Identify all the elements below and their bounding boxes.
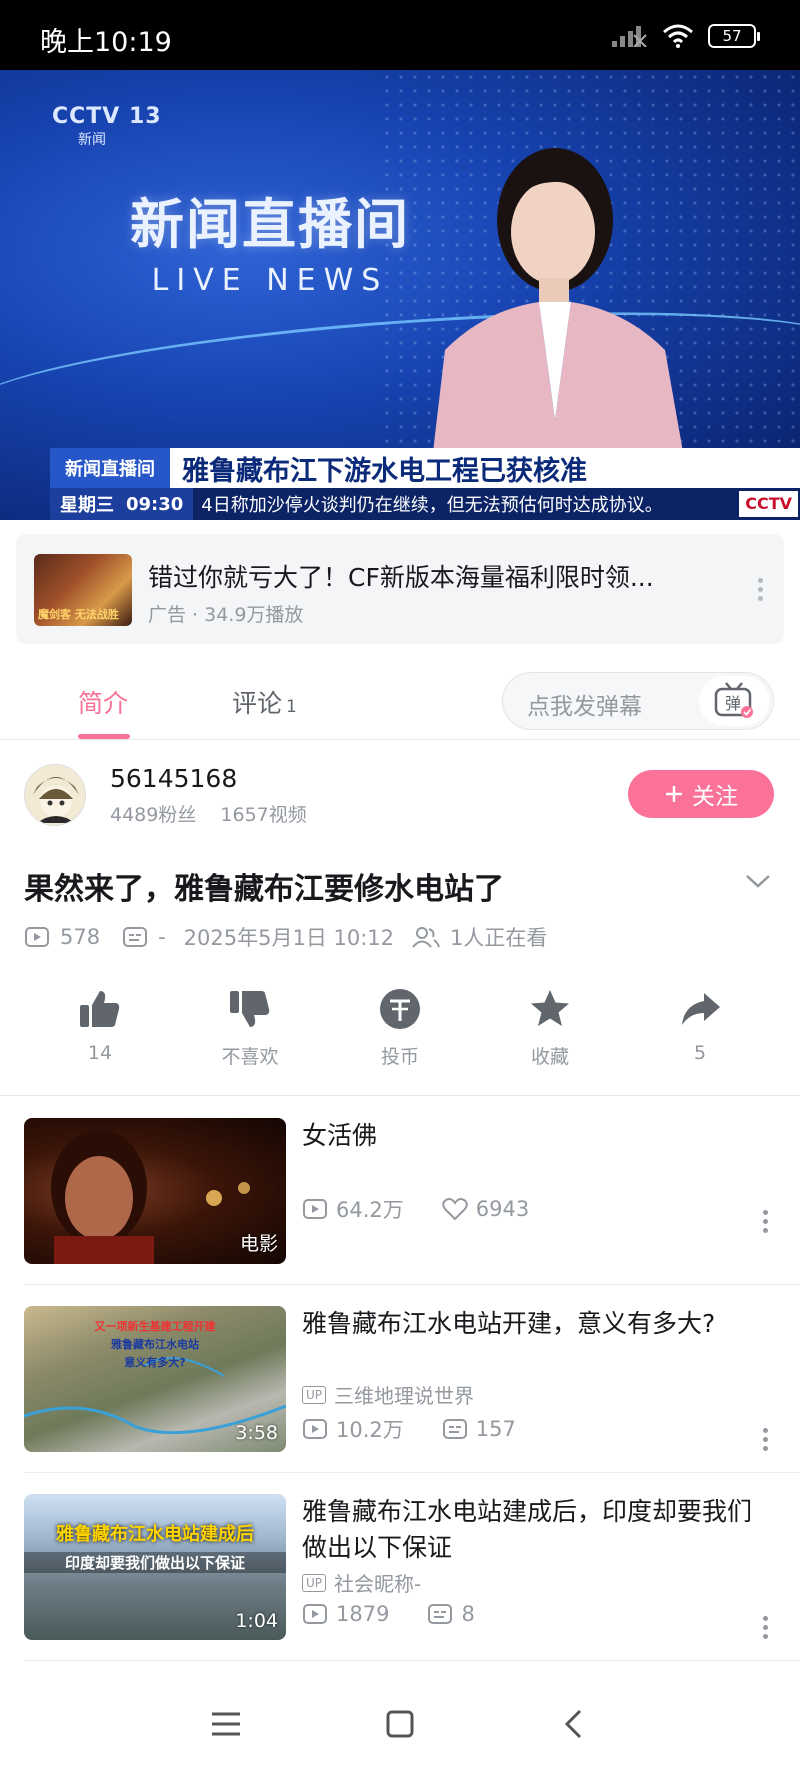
watching-icon: [412, 927, 441, 948]
share-icon: [682, 993, 720, 1025]
show-title: 新闻直播间 LIVE NEWS: [130, 193, 410, 298]
ad-thumbnail: 魔剑客 无法战胜: [34, 554, 132, 626]
play-count-icon: [25, 927, 49, 947]
favorite-button[interactable]: 收藏: [490, 984, 610, 1069]
ticker-scroll-text: 4日称加沙停火谈判仍在继续，但无法预估何时达成协议。: [201, 495, 663, 516]
play-count-icon: [303, 1604, 327, 1624]
back-icon: [564, 1709, 582, 1739]
uploader-videos: 1657视频: [220, 804, 307, 826]
tab-intro[interactable]: 简介: [78, 684, 128, 720]
ad-title: 错过你就亏大了！CF新版本海量福利限时领...: [148, 563, 654, 592]
list-item[interactable]: 电影 女活佛 64.2万 6943: [0, 1096, 800, 1284]
chevron-down-icon[interactable]: [744, 872, 772, 890]
menu-button[interactable]: [196, 1700, 256, 1748]
home-button[interactable]: [370, 1700, 430, 1748]
avatar[interactable]: [24, 764, 86, 826]
news-ticker: 新闻直播间 雅鲁藏布江下游水电工程已获核准: [50, 448, 800, 488]
comments-count: 1: [286, 697, 297, 717]
content-tabs: 简介 评论 1 点我发弹幕 弹: [0, 662, 800, 740]
coin-button[interactable]: 投币: [340, 984, 460, 1069]
video-thumbnail: 又一项新生基建工程开建 雅鲁藏布江水电站 意义有多大? 3:58: [24, 1306, 286, 1452]
cctv-watermark: CCTV: [739, 491, 798, 517]
list-item-stats: 1879 8: [302, 1602, 475, 1626]
tab-comments[interactable]: 评论 1: [232, 684, 297, 720]
play-count-icon: [303, 1419, 327, 1439]
list-item-title: 雅鲁藏布江水电站建成后，印度却要我们做出以下保证: [302, 1497, 753, 1562]
list-item[interactable]: 雅鲁藏布江水电站建成后 印度却要我们做出以下保证 1:04 雅鲁藏布江水电站建成…: [0, 1472, 800, 1660]
back-button[interactable]: [544, 1700, 604, 1748]
danmaku-count: -: [158, 925, 166, 949]
list-item[interactable]: 又一项新生基建工程开建 雅鲁藏布江水电站 意义有多大? 3:58 雅鲁藏布江水电…: [0, 1284, 800, 1472]
uploader-fans: 4489粉丝: [110, 804, 197, 826]
status-icons: 57: [612, 24, 760, 48]
star-icon: [531, 990, 569, 1026]
share-button[interactable]: 5: [640, 984, 760, 1064]
thumbnail-badge: 1:04: [235, 1610, 278, 1632]
plus-icon: [666, 786, 682, 802]
list-item-uploader: UP 三维地理说世界: [302, 1380, 474, 1409]
video-thumbnail: 雅鲁藏布江水电站建成后 印度却要我们做出以下保证 1:04: [24, 1494, 286, 1640]
thumbs-up-icon: [80, 991, 120, 1027]
ticker-datetime: 星期三 09:30: [50, 488, 194, 520]
uploader-stats: 4489粉丝 1657视频: [110, 800, 307, 827]
video-thumbnail: 电影: [24, 1118, 286, 1264]
view-count: 578: [60, 925, 101, 949]
more-icon[interactable]: [763, 1612, 768, 1643]
channel-logo: CCTV 13 新闻: [52, 104, 162, 148]
ad-card[interactable]: 魔剑客 无法战胜 错过你就亏大了！CF新版本海量福利限时领... 广告 · 34…: [16, 534, 784, 644]
video-player[interactable]: CCTV 13 新闻 新闻直播间 LIVE NEWS 新闻直播间 雅鲁藏布江下游…: [0, 70, 800, 520]
svg-text:弹: 弹: [725, 694, 741, 713]
cellular-signal-icon: [612, 26, 647, 47]
status-bar: 晚上10:19 57: [0, 0, 800, 70]
danmaku-icon: 弹: [714, 682, 753, 718]
play-count-icon: [303, 1199, 327, 1219]
like-button[interactable]: 14: [40, 984, 160, 1064]
more-icon[interactable]: [756, 574, 764, 605]
menu-icon: [212, 1712, 240, 1736]
scrolling-ticker: 星期三 09:30 4日称加沙停火谈判仍在继续，但无法预估何时达成协议。 CCT…: [50, 488, 800, 520]
danmaku-placeholder: 点我发弹幕: [527, 694, 642, 720]
video-meta: 578 - 2025年5月1日 10:12 1人正在看: [24, 922, 547, 952]
danmaku-toggle-button[interactable]: 弹: [699, 676, 769, 726]
danmaku-input[interactable]: 点我发弹幕 弹: [502, 672, 774, 730]
up-badge: UP: [302, 1573, 327, 1592]
thumbs-down-icon: [230, 991, 270, 1027]
status-time: 晚上10:19: [40, 27, 172, 58]
list-divider: [24, 1660, 800, 1661]
thumbnail-badge: 3:58: [235, 1422, 278, 1444]
publish-date: 2025年5月1日 10:12: [183, 926, 395, 950]
list-item-uploader: UP 社会昵称-: [302, 1568, 421, 1597]
more-icon[interactable]: [763, 1424, 768, 1455]
more-icon[interactable]: [763, 1206, 768, 1237]
list-item-title: 雅鲁藏布江水电站开建，意义有多大?: [302, 1309, 716, 1338]
danmaku-count-icon: [442, 1419, 467, 1439]
watching-count: 1人正在看: [450, 926, 548, 950]
list-item-title: 女活佛: [302, 1121, 378, 1150]
dislike-button[interactable]: 不喜欢: [190, 984, 310, 1069]
list-item-stats: 10.2万 157: [302, 1414, 516, 1444]
follow-button[interactable]: 关注: [628, 770, 774, 818]
video-title: 果然来了，雅鲁藏布江要修水电站了: [24, 872, 504, 907]
home-square-icon: [386, 1710, 414, 1738]
danmaku-count-icon: [428, 1604, 453, 1624]
action-bar: 14 不喜欢 投币 收藏 5: [0, 984, 800, 1094]
thumbnail-badge: 电影: [239, 1233, 278, 1255]
battery-indicator: 57: [708, 24, 760, 48]
ticker-headline: 雅鲁藏布江下游水电工程已获核准: [182, 455, 587, 487]
coin-icon: [380, 989, 420, 1029]
uploader-name[interactable]: 56145168: [110, 764, 237, 793]
heart-icon: [442, 1198, 468, 1221]
active-tab-underline: [78, 734, 130, 739]
system-nav-bar: [0, 1670, 800, 1778]
ad-meta: 广告 · 34.9万播放: [148, 604, 304, 626]
ticker-tag: 新闻直播间: [50, 448, 170, 488]
up-badge: UP: [302, 1385, 327, 1404]
list-item-stats: 64.2万 6943: [302, 1194, 529, 1224]
wifi-icon: [663, 24, 693, 48]
danmaku-count-icon: [123, 927, 148, 947]
